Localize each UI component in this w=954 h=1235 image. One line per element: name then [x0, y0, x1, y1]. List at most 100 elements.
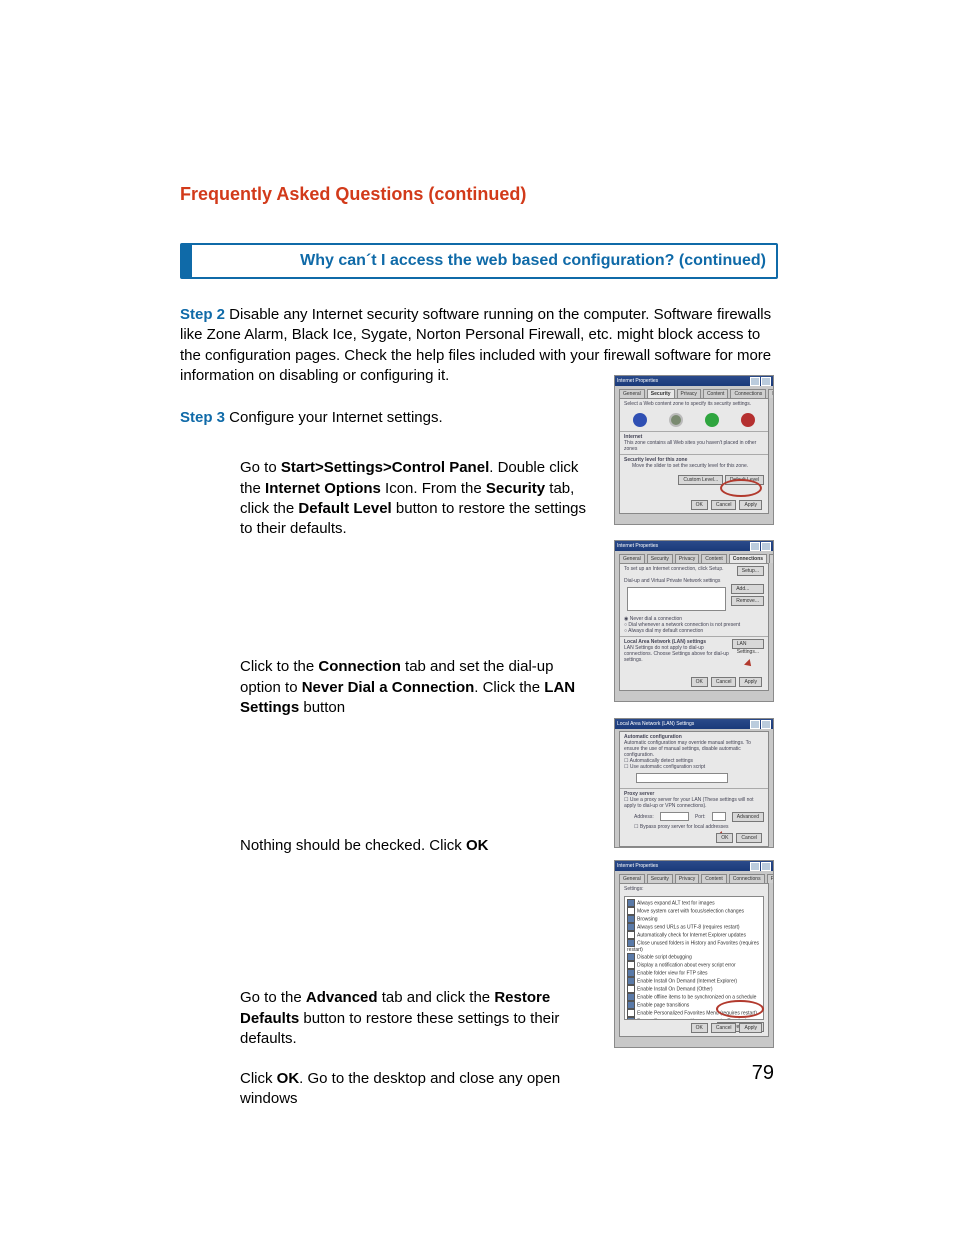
radio-always-dial[interactable]: ○ Always dial my default connection — [624, 628, 764, 634]
tab-content[interactable]: Content — [701, 874, 727, 883]
lan-settings-button[interactable]: LAN Settings... — [732, 639, 764, 649]
list-item[interactable]: Automatically check for Internet Explore… — [627, 931, 761, 939]
tab-privacy[interactable]: Privacy — [675, 874, 699, 883]
minimize-icon[interactable] — [750, 862, 760, 871]
trusted-icon[interactable] — [705, 413, 719, 427]
close-icon[interactable] — [761, 862, 771, 871]
list-item[interactable]: Enable Personalized Favorites Menu (requ… — [627, 1009, 761, 1017]
add-button[interactable]: Add... — [731, 584, 764, 594]
sub-header-box: Why can´t I access the web based configu… — [180, 243, 778, 279]
dialup-list[interactable] — [627, 587, 726, 611]
screenshot-security-tab: Internet Properties General Security Pri… — [614, 375, 774, 525]
step-2-paragraph: Step 2 Disable any Internet security sof… — [180, 305, 778, 386]
advanced-button[interactable]: Advanced — [732, 812, 764, 822]
tab-general[interactable]: General — [619, 554, 645, 563]
zone-desc: This zone contains all Web sites you hav… — [624, 440, 764, 452]
cancel-button[interactable]: Cancel — [736, 833, 762, 843]
list-item[interactable]: Enable page transitions — [627, 1001, 761, 1009]
tab-security[interactable]: Security — [647, 874, 673, 883]
tab-content[interactable]: Content — [703, 389, 729, 398]
dialog-title: Local Area Network (LAN) Settings — [617, 721, 694, 727]
screenshot-advanced-tab: Internet Properties General Security Pri… — [614, 860, 774, 1048]
ok-button[interactable]: OK — [691, 500, 708, 510]
tab-privacy[interactable]: Privacy — [677, 389, 701, 398]
tab-connections[interactable]: Connections — [729, 554, 767, 563]
tab-connections[interactable]: Connections — [729, 874, 765, 883]
apply-button[interactable]: Apply — [739, 677, 762, 687]
ok-button[interactable]: OK — [691, 677, 708, 687]
section-title: Frequently Asked Questions (continued) — [180, 184, 778, 205]
tab-content[interactable]: Content — [701, 554, 727, 563]
level-sub: Move the slider to set the security leve… — [632, 463, 764, 469]
list-item[interactable]: Disable script debugging — [627, 953, 761, 961]
list-item[interactable]: Always expand ALT text for images — [627, 899, 761, 907]
intranet-icon[interactable] — [669, 413, 683, 427]
minimize-icon[interactable] — [750, 377, 760, 386]
page-number: 79 — [752, 1062, 774, 1085]
globe-icon[interactable] — [633, 413, 647, 427]
custom-level-button[interactable]: Custom Level... — [678, 475, 723, 485]
substep-c: Nothing should be checked. Click OK — [240, 836, 598, 856]
lan-text: LAN Settings do not apply to dial-up con… — [624, 645, 732, 663]
list-item[interactable]: Browsing — [627, 915, 761, 923]
tab-privacy[interactable]: Privacy — [675, 554, 699, 563]
list-item[interactable]: Enable Install On Demand (Internet Explo… — [627, 977, 761, 985]
tab-general[interactable]: General — [619, 874, 645, 883]
list-item[interactable]: Always send URLs as UTF-8 (requires rest… — [627, 923, 761, 931]
checkbox-use-proxy[interactable]: ☐ Use a proxy server for your LAN (These… — [624, 797, 764, 809]
close-icon[interactable] — [761, 720, 771, 729]
dialog-title: Internet Properties — [617, 863, 658, 869]
setup-button[interactable]: Setup... — [737, 566, 764, 576]
settings-label: Settings: — [620, 884, 768, 894]
script-address-input[interactable] — [636, 773, 728, 783]
list-item[interactable]: Display a notification about every scrip… — [627, 961, 761, 969]
setup-text: To set up an Internet connection, click … — [624, 566, 724, 576]
auto-text: Automatic configuration may override man… — [624, 740, 764, 758]
default-level-button[interactable]: Default Level — [725, 475, 764, 485]
substep-e: Click OK. Go to the desktop and close an… — [240, 1069, 598, 1110]
list-item[interactable]: Close unused folders in History and Favo… — [627, 939, 761, 953]
checkbox-bypass[interactable]: ☐ Bypass proxy server for local addresse… — [634, 824, 764, 830]
sub-header-text: Why can´t I access the web based configu… — [300, 252, 766, 269]
dialog-title: Internet Properties — [617, 378, 658, 384]
remove-button[interactable]: Remove... — [731, 596, 764, 606]
screenshot-lan-settings: Local Area Network (LAN) Settings Automa… — [614, 718, 774, 848]
tab-programs[interactable]: Programs — [767, 874, 774, 883]
help-icon[interactable] — [750, 720, 760, 729]
cancel-button[interactable]: Cancel — [711, 1023, 737, 1033]
cancel-button[interactable]: Cancel — [711, 500, 737, 510]
step-2-text: Disable any Internet security software r… — [180, 306, 771, 384]
minimize-icon[interactable] — [750, 542, 760, 551]
proxy-port-input[interactable] — [712, 812, 726, 821]
screenshot-connections-tab: Internet Properties General Security Pri… — [614, 540, 774, 702]
close-icon[interactable] — [761, 377, 771, 386]
ok-button[interactable]: OK — [716, 833, 733, 843]
substep-d: Go to the Advanced tab and click the Res… — [240, 988, 598, 1049]
list-item[interactable]: Force offscreen compositing even under T… — [627, 1017, 761, 1020]
arrow-icon — [746, 660, 756, 670]
list-item[interactable]: Enable folder view for FTP sites — [627, 969, 761, 977]
tab-security[interactable]: Security — [647, 554, 673, 563]
substep-b: Click to the Connection tab and set the … — [240, 657, 598, 718]
tabs-row: General Security Privacy Content Connect… — [615, 386, 773, 398]
checkbox-auto-script[interactable]: ☐ Use automatic configuration script — [624, 764, 764, 770]
tab-general[interactable]: General — [619, 389, 645, 398]
tab-programs[interactable]: Programs — [769, 554, 774, 563]
list-item[interactable]: Move system caret with focus/selection c… — [627, 907, 761, 915]
step-3-label: Step 3 — [180, 409, 225, 426]
dialog-title: Internet Properties — [617, 543, 658, 549]
apply-button[interactable]: Apply — [739, 500, 762, 510]
ok-button[interactable]: OK — [691, 1023, 708, 1033]
tab-connections[interactable]: Connections — [730, 389, 766, 398]
proxy-address-input[interactable] — [660, 812, 689, 821]
tab-programs[interactable]: Programs — [768, 389, 774, 398]
tab-security[interactable]: Security — [647, 389, 675, 398]
cancel-button[interactable]: Cancel — [711, 677, 737, 687]
list-item[interactable]: Enable Install On Demand (Other) — [627, 985, 761, 993]
advanced-settings-list[interactable]: Always expand ALT text for imagesMove sy… — [624, 896, 764, 1020]
restricted-icon[interactable] — [741, 413, 755, 427]
close-icon[interactable] — [761, 542, 771, 551]
list-item[interactable]: Enable offline items to be synchronized … — [627, 993, 761, 1001]
apply-button[interactable]: Apply — [739, 1023, 762, 1033]
step-2-label: Step 2 — [180, 306, 225, 323]
